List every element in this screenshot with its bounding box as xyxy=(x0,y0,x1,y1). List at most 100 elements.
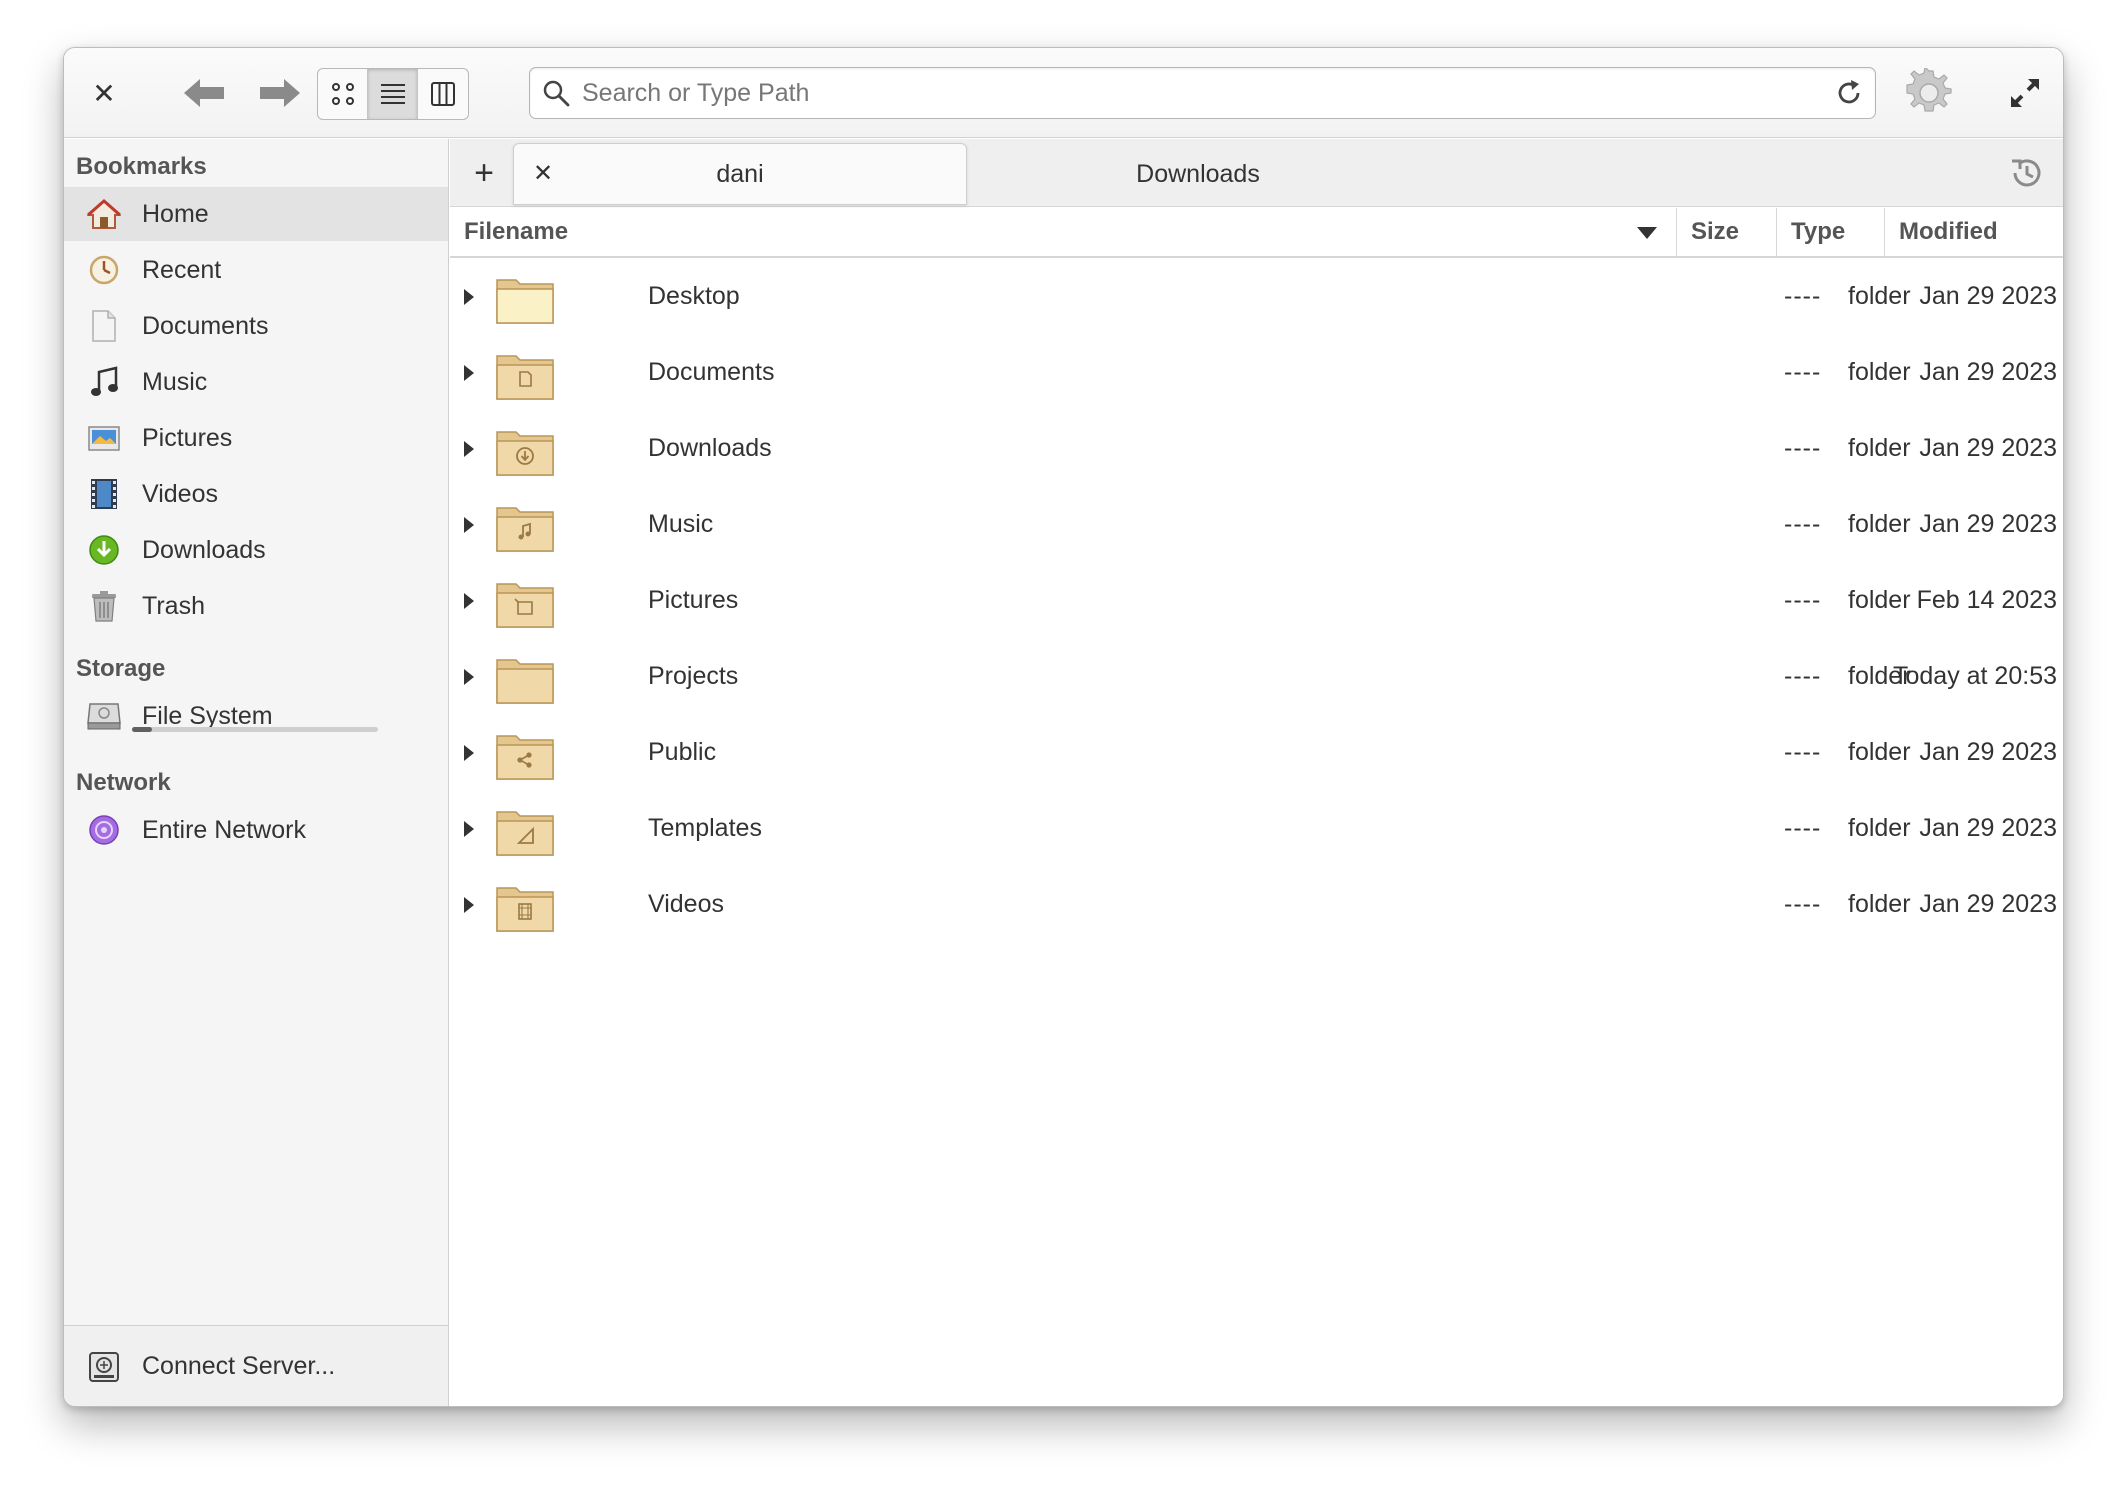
sidebar-item-music[interactable]: Music xyxy=(64,355,448,409)
file-name: Desktop xyxy=(648,282,740,310)
tab-downloads[interactable]: Downloads xyxy=(970,143,1426,205)
table-row[interactable]: Projects ---- folder Today at 20:53 xyxy=(450,640,2063,716)
expand-arrow-icon[interactable] xyxy=(462,896,476,914)
column-size[interactable]: Size xyxy=(1677,208,1777,256)
file-type: folder xyxy=(1848,586,1911,614)
icon-view-button[interactable] xyxy=(318,69,368,119)
settings-button[interactable] xyxy=(1902,66,1956,120)
close-tab-icon[interactable]: ✕ xyxy=(528,158,558,188)
sidebar-item-pictures[interactable]: Pictures xyxy=(64,411,448,465)
gear-icon xyxy=(1906,68,1952,112)
file-name: Music xyxy=(648,510,714,538)
file-modified: Jan 29 2023 xyxy=(1919,738,2057,766)
table-row[interactable]: Videos ---- folder Jan 29 2023 xyxy=(450,868,2063,944)
file-list: Desktop ---- folder Jan 29 2023 Documents ---… xyxy=(450,260,2063,944)
file-modified: Jan 29 2023 xyxy=(1919,282,2057,310)
network-heading: Network xyxy=(76,769,171,796)
file-name: Videos xyxy=(648,890,724,918)
file-modified: Jan 29 2023 xyxy=(1919,358,2057,386)
tab-dani[interactable]: ✕ dani xyxy=(513,143,967,205)
pictures-icon xyxy=(86,420,122,456)
folder-icon xyxy=(496,279,554,324)
document-icon xyxy=(86,308,122,344)
column-type-label: Type xyxy=(1791,218,1846,245)
folder-icon xyxy=(496,887,554,932)
tab-label: dani xyxy=(716,159,764,188)
server-icon xyxy=(86,1349,122,1385)
list-icon xyxy=(380,84,405,104)
expand-arrow-icon[interactable] xyxy=(462,440,476,458)
expand-arrow-icon[interactable] xyxy=(462,288,476,306)
file-modified: Jan 29 2023 xyxy=(1919,510,2057,538)
sidebar-item-videos[interactable]: Videos xyxy=(64,467,448,521)
folder-icon xyxy=(496,583,554,628)
folder-icon xyxy=(496,431,554,476)
column-filename[interactable]: Filename xyxy=(450,208,1677,256)
column-filename-label: Filename xyxy=(464,218,569,245)
tab-label: Downloads xyxy=(1136,159,1260,188)
history-icon[interactable] xyxy=(2007,153,2047,193)
table-row[interactable]: Templates ---- folder Jan 29 2023 xyxy=(450,792,2063,868)
sidebar-item-entire-network[interactable]: Entire Network xyxy=(64,803,448,857)
sidebar-item-home[interactable]: Home xyxy=(64,187,448,241)
file-type: folder xyxy=(1848,738,1911,766)
main-pane: + ✕ dani Downloads Filename Size Type Mo… xyxy=(450,139,2063,1406)
file-modified: Jan 29 2023 xyxy=(1919,890,2057,918)
table-row[interactable]: Pictures ---- folder Feb 14 2023 xyxy=(450,564,2063,640)
table-row[interactable]: Documents ---- folder Jan 29 2023 xyxy=(450,336,2063,412)
network-icon xyxy=(86,812,122,848)
sidebar-item-documents[interactable]: Documents xyxy=(64,299,448,353)
sidebar-item-label: Entire Network xyxy=(142,815,306,844)
table-row[interactable]: Public ---- folder Jan 29 2023 xyxy=(450,716,2063,792)
expand-arrow-icon[interactable] xyxy=(462,516,476,534)
file-size: ---- xyxy=(1784,586,1822,614)
folder-icon xyxy=(496,811,554,856)
sidebar-item-downloads[interactable]: Downloads xyxy=(64,523,448,577)
maximize-button[interactable] xyxy=(2002,70,2048,116)
grid-icon xyxy=(331,83,354,105)
column-modified[interactable]: Modified xyxy=(1885,208,2063,256)
expand-arrow-icon[interactable] xyxy=(462,744,476,762)
back-button[interactable] xyxy=(169,68,239,118)
column-header: Filename Size Type Modified xyxy=(450,208,2063,258)
file-type: folder xyxy=(1848,282,1911,310)
file-manager-window: ✕ Search or Type Path Bookmarks Home Rec… xyxy=(63,47,2064,1407)
connect-server-button[interactable]: Connect Server... xyxy=(64,1325,448,1406)
column-view-button[interactable] xyxy=(418,69,468,119)
table-row[interactable]: Downloads ---- folder Jan 29 2023 xyxy=(450,412,2063,488)
file-size: ---- xyxy=(1784,358,1822,386)
expand-arrow-icon[interactable] xyxy=(462,820,476,838)
tab-bar: + ✕ dani Downloads xyxy=(450,139,2063,207)
file-size: ---- xyxy=(1784,662,1822,690)
search-icon xyxy=(543,80,570,107)
file-type: folder xyxy=(1848,510,1911,538)
sidebar-item-label: Home xyxy=(142,199,209,228)
new-tab-button[interactable]: + xyxy=(464,153,504,193)
file-size: ---- xyxy=(1784,510,1822,538)
file-type: folder xyxy=(1848,890,1911,918)
forward-button[interactable] xyxy=(245,68,315,118)
sidebar: Bookmarks Home Recent Documents Music Pi… xyxy=(64,139,449,1406)
sidebar-item-label: Downloads xyxy=(142,535,266,564)
sidebar-item-label: Documents xyxy=(142,311,269,340)
column-type[interactable]: Type xyxy=(1777,208,1885,256)
folder-icon xyxy=(496,507,554,552)
expand-arrow-icon[interactable] xyxy=(462,592,476,610)
expand-arrow-icon[interactable] xyxy=(462,668,476,686)
sidebar-item-label: Trash xyxy=(142,591,205,620)
sidebar-item-file-system[interactable]: File System xyxy=(64,689,448,743)
search-input[interactable] xyxy=(582,78,1782,108)
sidebar-item-trash[interactable]: Trash xyxy=(64,579,448,633)
file-size: ---- xyxy=(1784,738,1822,766)
reload-icon[interactable] xyxy=(1833,77,1865,109)
list-view-button[interactable] xyxy=(368,69,418,119)
sidebar-item-recent[interactable]: Recent xyxy=(64,243,448,297)
window-close-button[interactable]: ✕ xyxy=(82,71,126,115)
storage-heading: Storage xyxy=(76,655,166,682)
table-row[interactable]: Desktop ---- folder Jan 29 2023 xyxy=(450,260,2063,336)
table-row[interactable]: Music ---- folder Jan 29 2023 xyxy=(450,488,2063,564)
file-name: Pictures xyxy=(648,586,739,614)
sidebar-item-label: Music xyxy=(142,367,208,396)
expand-arrow-icon[interactable] xyxy=(462,364,476,382)
file-size: ---- xyxy=(1784,434,1822,462)
